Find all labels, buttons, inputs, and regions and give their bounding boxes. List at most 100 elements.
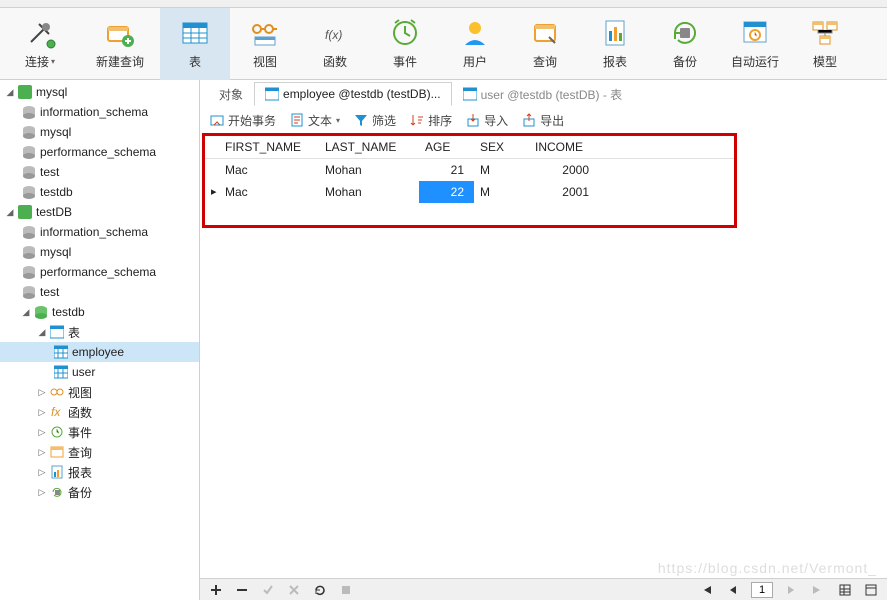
data-grid[interactable]: FIRST_NAME LAST_NAME AGE SEX INCOME Mac … — [205, 136, 734, 203]
stop-button[interactable] — [338, 584, 354, 596]
row-marker-current: ▸ — [205, 181, 219, 203]
tree-label: 函数 — [68, 404, 92, 421]
filter-button[interactable]: 筛选 — [354, 112, 396, 129]
backup-folder[interactable]: ▷备份 — [0, 482, 199, 502]
report-button[interactable]: 报表 — [580, 8, 650, 80]
table-user[interactable]: user — [0, 362, 199, 382]
cell-first-name[interactable]: Mac — [219, 159, 319, 181]
table-row[interactable]: Mac Mohan 21 M 2000 — [205, 159, 734, 181]
cell-income[interactable]: 2000 — [529, 159, 599, 181]
database-open-icon — [32, 305, 50, 319]
cell-sex[interactable]: M — [474, 181, 529, 203]
collapse-arrow-icon: ◢ — [4, 207, 16, 218]
event-button[interactable]: 事件 — [370, 8, 440, 80]
tree-label: test — [40, 285, 59, 299]
model-button[interactable]: 模型 — [790, 8, 860, 80]
views-folder[interactable]: ▷视图 — [0, 382, 199, 402]
commit-button[interactable] — [260, 584, 276, 596]
page-number-input[interactable] — [751, 582, 773, 598]
last-page-button[interactable] — [809, 584, 827, 596]
tab-user[interactable]: user @testdb (testDB) - 表 — [452, 82, 634, 106]
tree-label: 查询 — [68, 444, 92, 461]
next-page-button[interactable] — [783, 584, 799, 596]
tree-label: testDB — [36, 205, 72, 219]
form-mode-button[interactable] — [863, 584, 879, 596]
user-button[interactable]: 用户 — [440, 8, 510, 80]
import-icon — [466, 113, 480, 127]
tree-label: testdb — [52, 305, 85, 319]
cell-income[interactable]: 2001 — [529, 181, 599, 203]
queries-folder[interactable]: ▷查询 — [0, 442, 199, 462]
cell-age[interactable]: 21 — [419, 159, 474, 181]
db-testdb-low[interactable]: testdb — [0, 182, 199, 202]
db-mysql[interactable]: mysql — [0, 122, 199, 142]
tab-object[interactable]: 对象 — [208, 82, 254, 106]
table-icon — [463, 87, 477, 101]
new-query-button[interactable]: 新建查询 — [80, 8, 160, 80]
tables-folder[interactable]: ◢ 表 — [0, 322, 199, 342]
function-button[interactable]: f(x) 函数 — [300, 8, 370, 80]
table-row[interactable]: ▸ Mac Mohan 22 M 2001 — [205, 181, 734, 203]
table-label: 表 — [189, 53, 201, 70]
table-button[interactable]: 表 — [160, 8, 230, 80]
prev-page-button[interactable] — [725, 584, 741, 596]
tree-label: information_schema — [40, 225, 148, 239]
connection-tree[interactable]: ◢ mysql information_schema mysql perform… — [0, 80, 200, 600]
connect-button[interactable]: 连接▾ — [0, 8, 80, 80]
export-button[interactable]: 导出 — [522, 112, 564, 129]
add-record-button[interactable] — [208, 584, 224, 596]
collapse-arrow-icon: ◢ — [36, 327, 48, 338]
view-button[interactable]: 视图 — [230, 8, 300, 80]
text-button[interactable]: 文本▾ — [290, 112, 340, 129]
tx-icon — [210, 113, 224, 127]
tab-label: user @testdb (testDB) - 表 — [481, 86, 623, 103]
backup-button[interactable]: 备份 — [650, 8, 720, 80]
tree-label: 事件 — [68, 424, 92, 441]
tab-employee[interactable]: employee @testdb (testDB)... — [254, 82, 452, 106]
first-page-button[interactable] — [697, 584, 715, 596]
col-sex[interactable]: SEX — [474, 136, 529, 159]
cell-last-name[interactable]: Mohan — [319, 159, 419, 181]
events-folder[interactable]: ▷事件 — [0, 422, 199, 442]
refresh-button[interactable] — [312, 584, 328, 596]
begin-transaction-button[interactable]: 开始事务 — [210, 112, 276, 129]
tree-label: mysql — [40, 245, 71, 259]
cell-sex[interactable]: M — [474, 159, 529, 181]
import-button[interactable]: 导入 — [466, 112, 508, 129]
action-label: 开始事务 — [228, 112, 276, 129]
db-information-schema[interactable]: information_schema — [0, 102, 199, 122]
col-income[interactable]: INCOME — [529, 136, 599, 159]
functions-folder[interactable]: ▷fx函数 — [0, 402, 199, 422]
conn-testdb[interactable]: ◢ testDB — [0, 202, 199, 222]
db-performance-schema-2[interactable]: performance_schema — [0, 262, 199, 282]
db-mysql-2[interactable]: mysql — [0, 242, 199, 262]
col-age[interactable]: AGE — [419, 136, 474, 159]
database-icon — [20, 145, 38, 159]
delete-record-button[interactable] — [234, 584, 250, 596]
db-test[interactable]: test — [0, 162, 199, 182]
cell-age-selected[interactable]: 22 — [419, 181, 474, 203]
cell-first-name[interactable]: Mac — [219, 181, 319, 203]
cancel-button[interactable] — [286, 584, 302, 596]
new-query-label: 新建查询 — [96, 53, 144, 70]
db-performance-schema[interactable]: performance_schema — [0, 142, 199, 162]
tree-label: user — [72, 365, 95, 379]
query-button[interactable]: 查询 — [510, 8, 580, 80]
db-test-2[interactable]: test — [0, 282, 199, 302]
chevron-down-icon: ▾ — [51, 57, 55, 66]
reports-folder[interactable]: ▷报表 — [0, 462, 199, 482]
record-nav-bar — [200, 578, 887, 600]
db-testdb-open[interactable]: ◢ testdb — [0, 302, 199, 322]
db-information-schema-2[interactable]: information_schema — [0, 222, 199, 242]
table-header-row: FIRST_NAME LAST_NAME AGE SEX INCOME — [205, 136, 734, 159]
table-employee[interactable]: employee — [0, 342, 199, 362]
grid-mode-button[interactable] — [837, 584, 853, 596]
ribbon-toolbar: 连接▾ 新建查询 表 视图 f(x) 函数 事件 用户 — [0, 8, 887, 80]
autorun-button[interactable]: 自动运行 — [720, 8, 790, 80]
server-icon — [16, 85, 34, 99]
cell-last-name[interactable]: Mohan — [319, 181, 419, 203]
col-first-name[interactable]: FIRST_NAME — [219, 136, 319, 159]
conn-mysql[interactable]: ◢ mysql — [0, 82, 199, 102]
sort-button[interactable]: 排序 — [410, 112, 452, 129]
col-last-name[interactable]: LAST_NAME — [319, 136, 419, 159]
